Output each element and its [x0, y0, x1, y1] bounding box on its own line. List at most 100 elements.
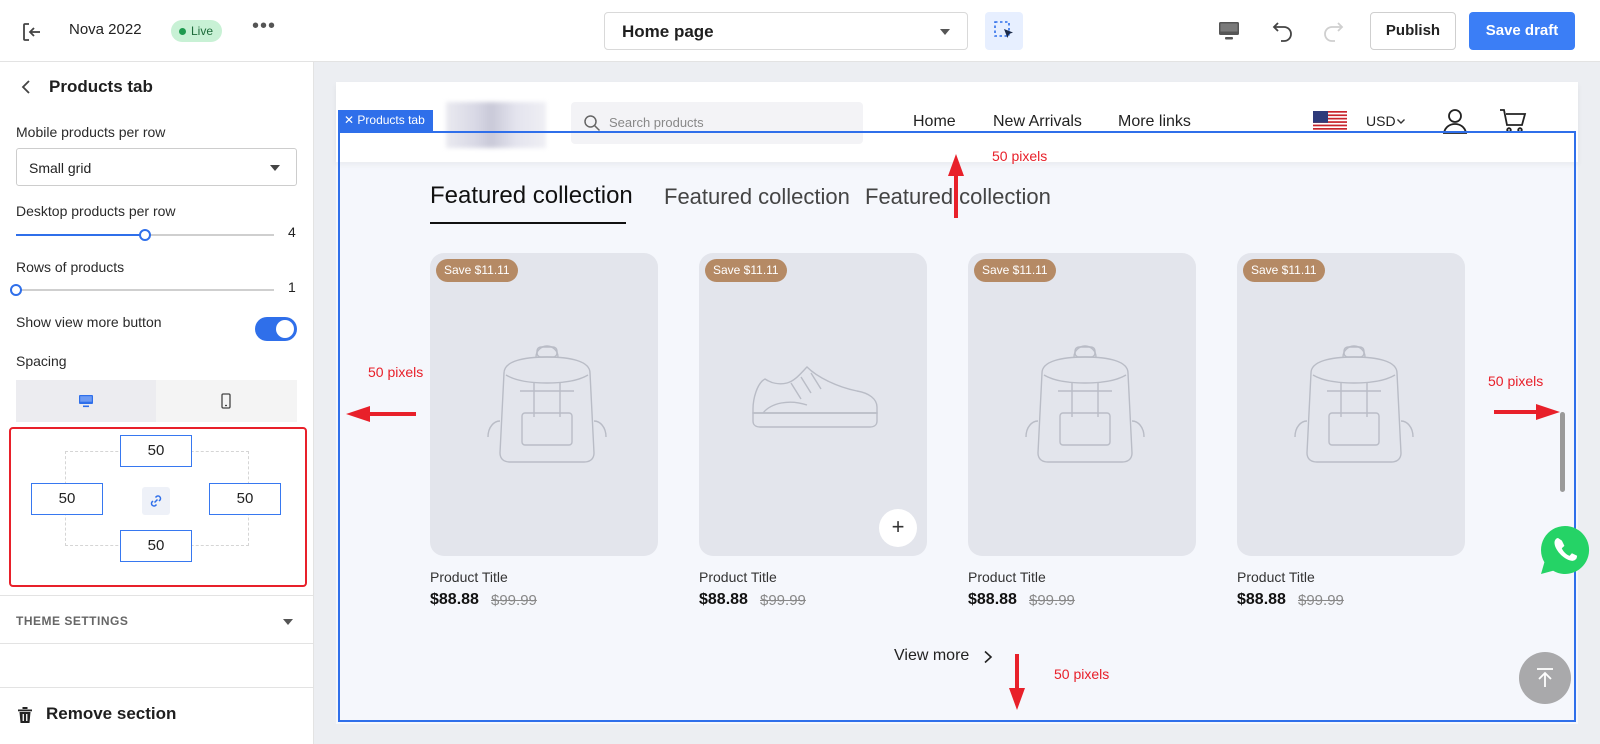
exit-icon[interactable] [20, 20, 44, 44]
chevron-right-icon[interactable] [982, 650, 994, 664]
spacing-editor: 50 50 50 50 [9, 427, 307, 587]
annotation-arrow-right [1494, 404, 1560, 420]
annotation-arrow-top [948, 154, 964, 218]
rows-label: Rows of products [16, 259, 125, 275]
tab-desktop[interactable] [16, 380, 156, 422]
store-header: Search products Home New Arrivals More l… [336, 82, 1578, 162]
desktop-preview-icon[interactable] [1217, 19, 1241, 43]
search-icon [584, 115, 601, 132]
spacing-label: Spacing [16, 353, 67, 369]
whatsapp-icon[interactable] [1539, 524, 1591, 576]
nav-link-new-arrivals[interactable]: New Arrivals [993, 113, 1082, 131]
product-card[interactable]: Save $11.11 [968, 253, 1196, 556]
toggle-knob [276, 320, 294, 338]
active-tab-underline [430, 222, 626, 224]
scrollbar-thumb[interactable] [1560, 412, 1565, 492]
nav-link-home[interactable]: Home [913, 113, 956, 131]
product-price: $88.88 [699, 591, 748, 608]
top-bar: Nova 2022 Live ••• Home page Publish Sav… [0, 0, 1600, 62]
trash-icon[interactable] [16, 706, 34, 724]
undo-icon[interactable] [1270, 18, 1296, 44]
product-title[interactable]: Product Title [968, 569, 1046, 585]
inspect-mode-button[interactable] [985, 12, 1023, 50]
account-icon[interactable] [1442, 107, 1468, 135]
desktop-per-row-slider[interactable] [16, 227, 274, 243]
save-badge: Save $11.11 [705, 259, 787, 282]
save-badge: Save $11.11 [1243, 259, 1325, 282]
backpack-icon [1025, 345, 1145, 463]
product-card[interactable]: Save $11.11 [1237, 253, 1465, 556]
rows-value: 1 [288, 279, 296, 295]
slider-thumb[interactable] [139, 229, 151, 241]
tab-mobile[interactable] [156, 380, 296, 422]
slider-thumb[interactable] [10, 284, 22, 296]
chevron-left-icon[interactable] [16, 76, 38, 98]
view-more-toggle-label: Show view more button [16, 314, 162, 330]
desktop-per-row-value: 4 [288, 224, 296, 240]
annotation-arrow-bottom [1009, 654, 1025, 710]
product-compare-price: $99.99 [760, 592, 806, 609]
page-select-value: Home page [622, 22, 714, 41]
mobile-per-row-select[interactable]: Small grid [16, 148, 297, 186]
annotation-bottom: 50 pixels [1054, 666, 1110, 682]
tab-featured-collection-2[interactable]: Featured collection [664, 184, 850, 210]
link-spacing-button[interactable] [142, 487, 170, 515]
desktop-icon [79, 395, 93, 408]
close-icon[interactable]: ✕ [344, 113, 354, 127]
product-card[interactable]: Save $11.11 [430, 253, 658, 556]
mobile-icon [221, 393, 231, 409]
nav-link-more-links[interactable]: More links [1118, 113, 1191, 131]
live-label: Live [191, 24, 214, 38]
panel-title: Products tab [49, 77, 153, 96]
link-icon [150, 495, 162, 507]
spacing-top-input[interactable]: 50 [120, 435, 192, 467]
product-title[interactable]: Product Title [1237, 569, 1315, 585]
rows-slider[interactable] [10, 282, 274, 298]
divider [0, 595, 314, 596]
chevron-down-icon [270, 165, 280, 171]
publish-button[interactable]: Publish [1370, 12, 1456, 50]
product-compare-price: $99.99 [491, 592, 537, 609]
slider-track [16, 289, 274, 291]
chevron-down-icon [940, 29, 950, 35]
annotation-arrow-left [346, 406, 416, 422]
live-dot-icon [179, 27, 186, 35]
view-more-link[interactable]: View more [894, 647, 969, 665]
tab-featured-collection-1[interactable]: Featured collection [430, 182, 633, 210]
product-title[interactable]: Product Title [430, 569, 508, 585]
spacing-left-input[interactable]: 50 [31, 483, 103, 515]
us-flag-icon[interactable] [1313, 111, 1347, 133]
search-input[interactable]: Search products [571, 102, 863, 144]
back-to-top-button[interactable] [1519, 652, 1571, 704]
save-badge: Save $11.11 [436, 259, 518, 282]
theme-settings-toggle[interactable]: THEME SETTINGS [16, 614, 128, 628]
save-draft-button[interactable]: Save draft [1469, 12, 1575, 50]
view-more-toggle[interactable] [255, 317, 297, 341]
product-title[interactable]: Product Title [699, 569, 777, 585]
sneaker-icon [752, 366, 878, 428]
more-options-icon[interactable]: ••• [252, 16, 276, 42]
spacing-bottom-input[interactable]: 50 [120, 530, 192, 562]
product-price: $88.88 [430, 591, 479, 608]
preview-canvas: Search products Home New Arrivals More l… [314, 62, 1600, 744]
store-logo[interactable] [446, 102, 546, 148]
annotation-top: 50 pixels [992, 148, 1048, 164]
cart-icon[interactable] [1499, 108, 1527, 134]
store-preview: Search products Home New Arrivals More l… [336, 82, 1590, 724]
selected-section-tag[interactable]: ✕ Products tab [338, 110, 433, 131]
arrow-up-icon [1537, 668, 1553, 687]
chevron-down-icon[interactable] [283, 619, 293, 625]
mobile-per-row-label: Mobile products per row [16, 124, 166, 140]
redo-icon[interactable] [1320, 18, 1346, 44]
live-badge: Live [171, 20, 223, 42]
add-to-cart-button[interactable]: + [879, 509, 917, 547]
chevron-down-icon[interactable] [1396, 116, 1406, 126]
spacing-right-input[interactable]: 50 [209, 483, 281, 515]
search-placeholder: Search products [609, 115, 704, 130]
page-select-dropdown[interactable]: Home page [604, 12, 968, 50]
currency-selector[interactable]: USD [1366, 113, 1396, 129]
remove-section-button[interactable]: Remove section [46, 704, 176, 724]
product-price: $88.88 [1237, 591, 1286, 608]
annotation-left: 50 pixels [368, 364, 424, 380]
product-card[interactable]: Save $11.11 + [699, 253, 927, 556]
